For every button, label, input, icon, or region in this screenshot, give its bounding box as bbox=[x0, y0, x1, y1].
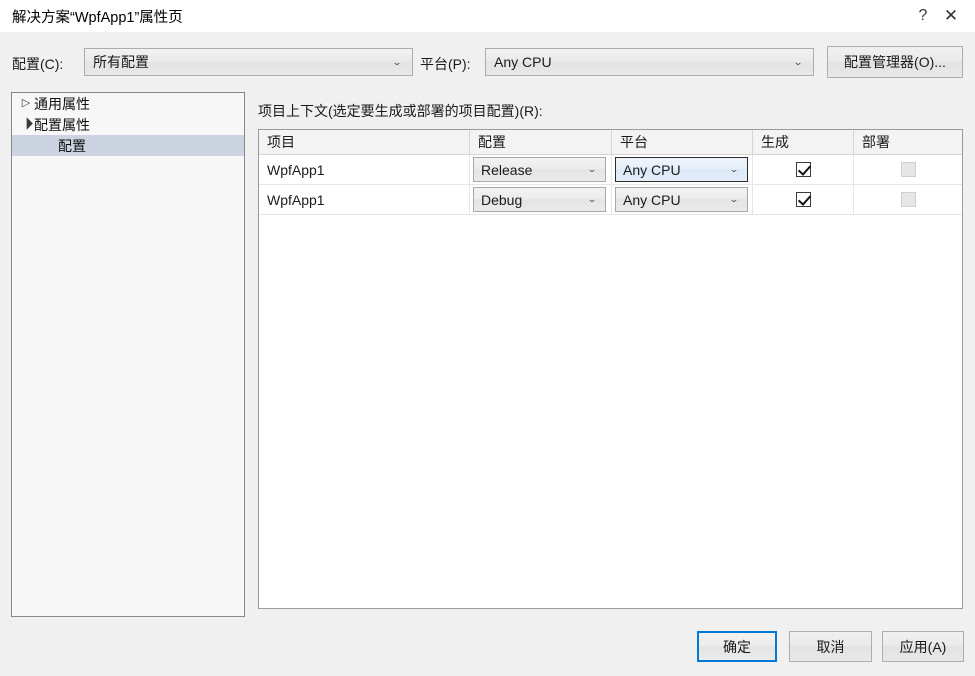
chevron-down-icon: ⌄ bbox=[729, 194, 739, 204]
column-header-project[interactable]: 项目 bbox=[259, 130, 470, 154]
column-header-build[interactable]: 生成 bbox=[753, 130, 854, 154]
help-glyph: ? bbox=[918, 6, 928, 24]
cell-platform: Any CPU ⌄ bbox=[612, 155, 753, 184]
tree-item-configuration-properties[interactable]: 配置属性 bbox=[12, 114, 244, 135]
cell-deploy bbox=[854, 155, 962, 184]
chevron-down-icon: ⌄ bbox=[391, 56, 403, 67]
window-title: 解决方案“WpfApp1”属性页 bbox=[12, 10, 183, 26]
chevron-down-icon: ⌄ bbox=[587, 194, 597, 204]
row-configuration-select[interactable]: Release ⌄ bbox=[473, 157, 606, 182]
build-checkbox-wrap bbox=[753, 162, 853, 177]
row-platform-select[interactable]: Any CPU ⌄ bbox=[615, 187, 748, 212]
deploy-checkbox bbox=[900, 192, 916, 207]
column-header-deploy[interactable]: 部署 bbox=[854, 130, 962, 154]
row-configuration-value: Debug bbox=[481, 191, 523, 208]
apply-button[interactable]: 应用(A) bbox=[882, 631, 964, 662]
row-platform-value: Any CPU bbox=[623, 161, 681, 178]
tree-item-label: 配置 bbox=[58, 137, 86, 154]
table-row[interactable]: WpfApp1 Debug ⌄ Any CPU ⌄ bbox=[259, 185, 962, 215]
row-configuration-value: Release bbox=[481, 161, 533, 178]
deploy-checkbox bbox=[900, 162, 916, 177]
column-header-configuration[interactable]: 配置 bbox=[470, 130, 612, 154]
row-platform-value: Any CPU bbox=[623, 191, 681, 208]
cell-project: WpfApp1 bbox=[259, 185, 470, 214]
cell-deploy bbox=[854, 185, 962, 214]
project-contexts-grid: 项目 配置 平台 生成 部署 WpfApp1 Release ⌄ Any CPU… bbox=[258, 129, 963, 609]
deploy-checkbox-wrap bbox=[854, 192, 962, 207]
tree-item-configuration[interactable]: 配置 bbox=[12, 135, 244, 156]
tree-item-general-properties[interactable]: 通用属性 bbox=[12, 93, 244, 114]
platform-label: 平台(P): bbox=[420, 56, 471, 72]
cell-configuration: Debug ⌄ bbox=[470, 185, 612, 214]
configuration-manager-button[interactable]: 配置管理器(O)... bbox=[827, 46, 963, 78]
chevron-down-icon: ⌄ bbox=[792, 56, 804, 67]
platform-select[interactable]: Any CPU ⌄ bbox=[485, 48, 814, 76]
configuration-label: 配置(C): bbox=[12, 56, 64, 72]
grid-header-row: 项目 配置 平台 生成 部署 bbox=[259, 130, 962, 155]
tree-item-label: 通用属性 bbox=[34, 95, 90, 112]
build-checkbox[interactable] bbox=[795, 192, 811, 207]
chevron-down-icon[interactable] bbox=[18, 119, 34, 130]
deploy-checkbox-wrap bbox=[854, 162, 962, 177]
build-checkbox-wrap bbox=[753, 192, 853, 207]
column-header-platform[interactable]: 平台 bbox=[612, 130, 753, 154]
chevron-down-icon: ⌄ bbox=[729, 164, 739, 174]
table-row[interactable]: WpfApp1 Release ⌄ Any CPU ⌄ bbox=[259, 155, 962, 185]
build-checkbox[interactable] bbox=[795, 162, 811, 177]
row-configuration-select[interactable]: Debug ⌄ bbox=[473, 187, 606, 212]
close-icon[interactable]: ✕ bbox=[928, 0, 974, 31]
platform-select-value: Any CPU bbox=[494, 54, 552, 70]
cell-build bbox=[753, 155, 854, 184]
cell-build bbox=[753, 185, 854, 214]
cell-configuration: Release ⌄ bbox=[470, 155, 612, 184]
tree-item-label: 配置属性 bbox=[34, 116, 90, 133]
project-contexts-label: 项目上下文(选定要生成或部署的项目配置)(R): bbox=[258, 103, 543, 119]
close-glyph: ✕ bbox=[943, 6, 959, 25]
configuration-select[interactable]: 所有配置 ⌄ bbox=[84, 48, 413, 76]
cancel-button[interactable]: 取消 bbox=[789, 631, 872, 662]
cell-project: WpfApp1 bbox=[259, 155, 470, 184]
chevron-down-icon: ⌄ bbox=[587, 164, 597, 174]
chevron-right-icon[interactable] bbox=[18, 98, 34, 109]
properties-tree[interactable]: 通用属性 配置属性 配置 bbox=[11, 92, 245, 617]
configuration-select-value: 所有配置 bbox=[93, 54, 149, 70]
title-bar: 解决方案“WpfApp1”属性页 ? ✕ bbox=[0, 0, 975, 32]
ok-button[interactable]: 确定 bbox=[697, 631, 777, 662]
cell-platform: Any CPU ⌄ bbox=[612, 185, 753, 214]
row-platform-select[interactable]: Any CPU ⌄ bbox=[615, 157, 748, 182]
